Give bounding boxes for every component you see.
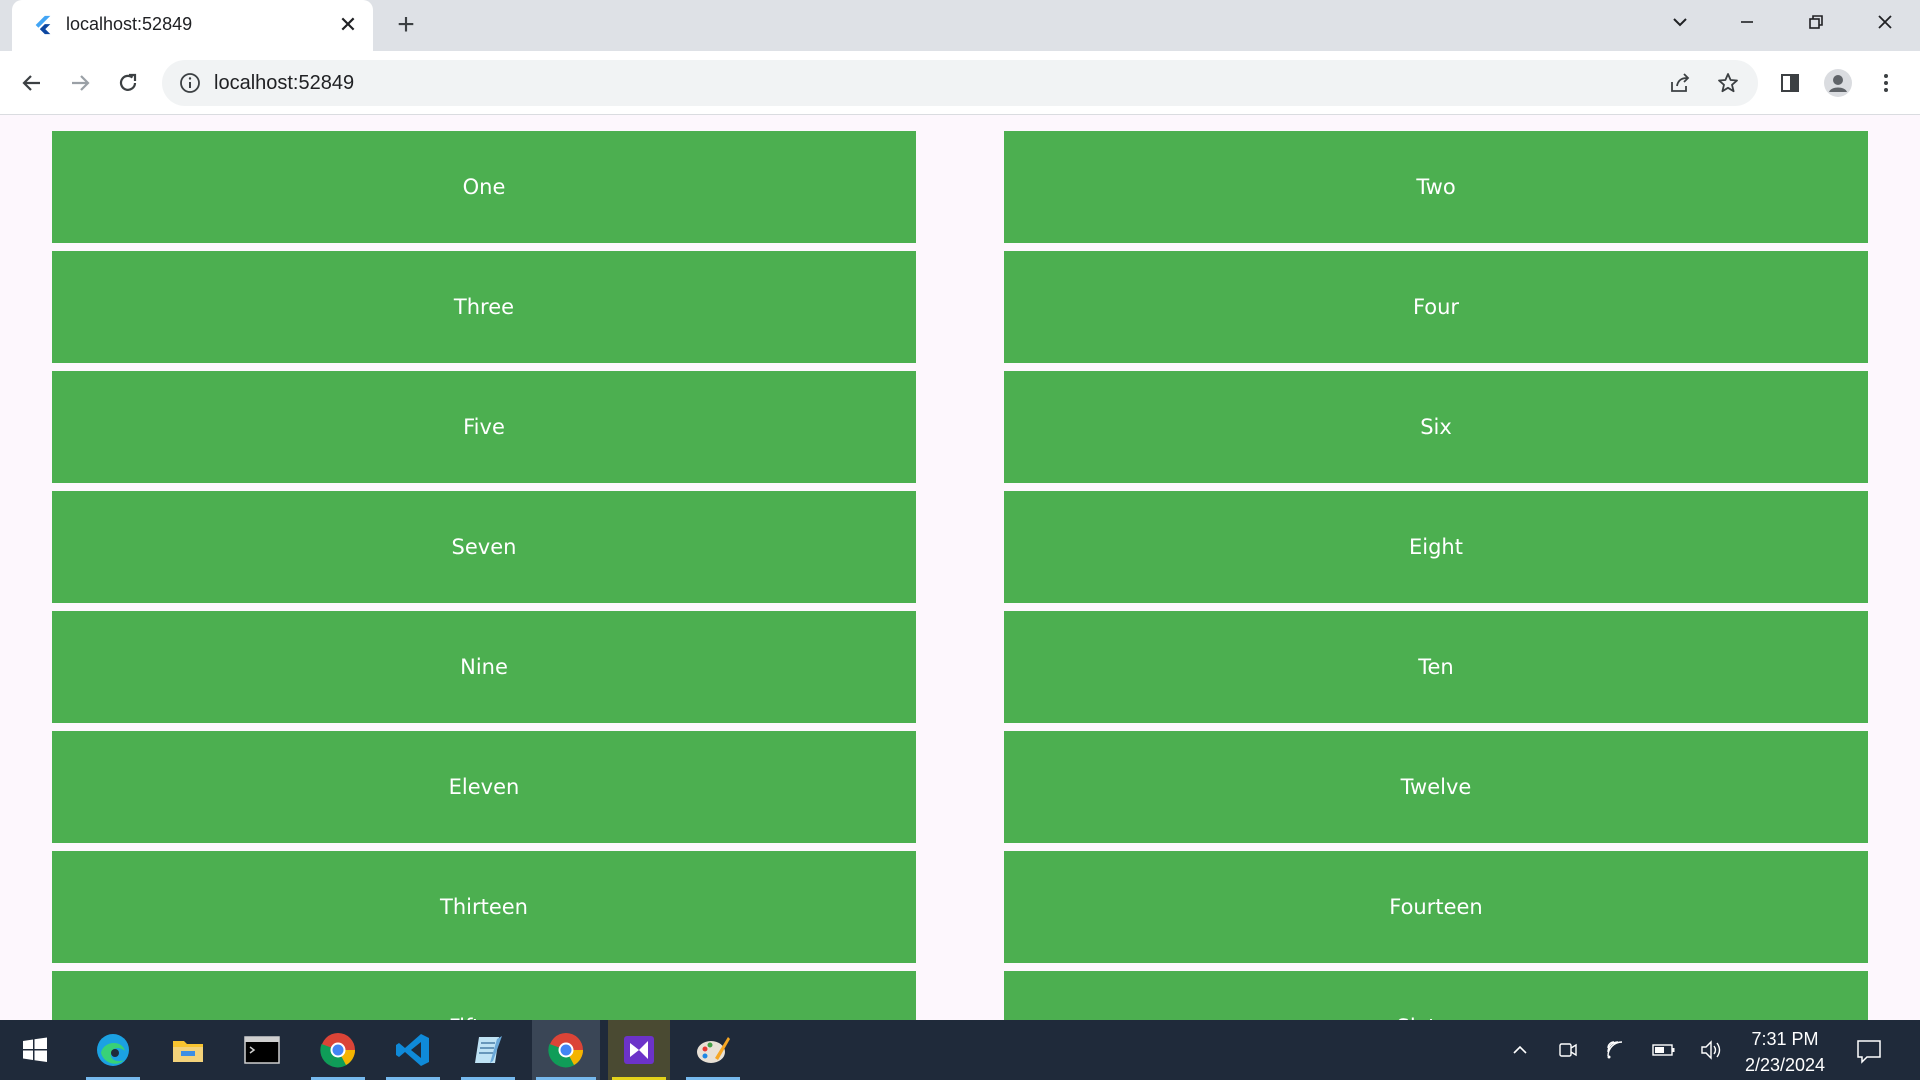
tile-ten[interactable]: Ten (1004, 611, 1868, 723)
taskbar-clock[interactable]: 7:31 PM 2/23/2024 (1730, 1026, 1840, 1078)
tile-thirteen[interactable]: Thirteen (52, 851, 916, 963)
tile-three[interactable]: Three (52, 251, 916, 363)
taskbar-edge[interactable] (82, 1020, 144, 1080)
minimize-icon (1741, 21, 1753, 23)
tab-search-button[interactable] (1645, 0, 1715, 44)
action-center-button[interactable] (1852, 1034, 1886, 1068)
vscode-icon (396, 1034, 429, 1066)
show-hidden-icons-button[interactable] (1506, 1036, 1534, 1064)
chrome-icon (548, 1033, 583, 1068)
tile-six[interactable]: Six (1004, 371, 1868, 483)
close-window-button[interactable] (1850, 0, 1920, 44)
close-icon (1878, 15, 1892, 29)
profile-button[interactable] (1822, 67, 1854, 99)
tab-close-button[interactable]: ✕ (334, 11, 362, 39)
taskbar-vscode[interactable] (382, 1020, 444, 1080)
browser-tab[interactable]: localhost:52849 ✕ (12, 0, 373, 51)
notepad-icon (475, 1036, 502, 1063)
taskbar-file-explorer[interactable] (157, 1020, 219, 1080)
tile-one[interactable]: One (52, 131, 916, 243)
battery-icon (1652, 1044, 1675, 1056)
tile-eight[interactable]: Eight (1004, 491, 1868, 603)
bookmark-star-icon[interactable] (1716, 71, 1740, 95)
arrow-right-icon (72, 75, 90, 91)
chevron-up-icon (1513, 1045, 1527, 1054)
edge-icon (97, 1034, 129, 1066)
tile-four[interactable]: Four (1004, 251, 1868, 363)
volume-icon (1701, 1040, 1721, 1060)
paint-icon (697, 1037, 730, 1063)
back-button[interactable] (14, 65, 50, 101)
menu-button[interactable] (1870, 67, 1902, 99)
more-vertical-icon (1884, 74, 1888, 92)
tile-fourteen[interactable]: Fourteen (1004, 851, 1868, 963)
tile-five[interactable]: Five (52, 371, 916, 483)
taskbar-visual-studio[interactable] (608, 1020, 670, 1080)
tile-grid: One Two Three Four Five Six Seven Eight … (52, 131, 1868, 1020)
tile-twelve[interactable]: Twelve (1004, 731, 1868, 843)
tile-nine[interactable]: Nine (52, 611, 916, 723)
taskbar-chrome-active[interactable] (532, 1020, 600, 1080)
taskbar-chrome[interactable] (307, 1020, 369, 1080)
wifi-icon (1607, 1041, 1623, 1059)
share-icon[interactable] (1668, 71, 1692, 95)
start-button[interactable] (4, 1020, 66, 1080)
taskbar-terminal[interactable] (231, 1020, 293, 1080)
restore-icon (1809, 15, 1823, 29)
volume-button[interactable] (1698, 1036, 1726, 1064)
visual-studio-icon (624, 1036, 654, 1064)
tile-fifteen[interactable]: Fifteen (52, 971, 916, 1020)
taskbar-paint[interactable] (682, 1020, 744, 1080)
browser-toolbar: localhost:52849 (0, 51, 1920, 115)
terminal-icon (244, 1036, 280, 1064)
side-panel-button[interactable] (1774, 67, 1806, 99)
network-button[interactable] (1602, 1036, 1630, 1064)
avatar-icon (1824, 69, 1852, 97)
reload-button[interactable] (110, 65, 146, 101)
clock-time: 7:31 PM (1751, 1029, 1819, 1049)
arrow-left-icon (22, 75, 40, 91)
page-content: One Two Three Four Five Six Seven Eight … (0, 116, 1920, 1020)
battery-button[interactable] (1650, 1036, 1678, 1064)
tab-title: localhost:52849 (66, 14, 193, 34)
windows-taskbar: 7:31 PM 2/23/2024 (0, 1020, 1920, 1080)
minimize-button[interactable] (1712, 0, 1782, 44)
url-text[interactable]: localhost:52849 (214, 72, 354, 95)
browser-tabstrip: localhost:52849 ✕ + (0, 0, 1920, 51)
clock-date: 2/23/2024 (1744, 1055, 1826, 1075)
tile-two[interactable]: Two (1004, 131, 1868, 243)
site-info-icon[interactable] (178, 71, 202, 95)
file-explorer-icon (173, 1041, 203, 1062)
chrome-icon (320, 1033, 355, 1068)
meet-now-button[interactable] (1554, 1036, 1582, 1064)
tile-seven[interactable]: Seven (52, 491, 916, 603)
windows-start-icon (23, 1037, 47, 1062)
side-panel-icon (1781, 74, 1799, 92)
tile-eleven[interactable]: Eleven (52, 731, 916, 843)
taskbar-notepad[interactable] (457, 1020, 519, 1080)
chevron-down-icon (1673, 18, 1687, 27)
flutter-favicon-icon (35, 15, 51, 35)
tile-sixteen[interactable]: Sixteen (1004, 971, 1868, 1020)
new-tab-button[interactable]: + (390, 10, 422, 42)
address-bar[interactable]: localhost:52849 (162, 60, 1758, 106)
notification-icon (1857, 1040, 1881, 1064)
camera-icon (1559, 1043, 1577, 1057)
forward-button[interactable] (62, 65, 98, 101)
restore-button[interactable] (1781, 0, 1851, 44)
reload-icon (119, 73, 137, 91)
